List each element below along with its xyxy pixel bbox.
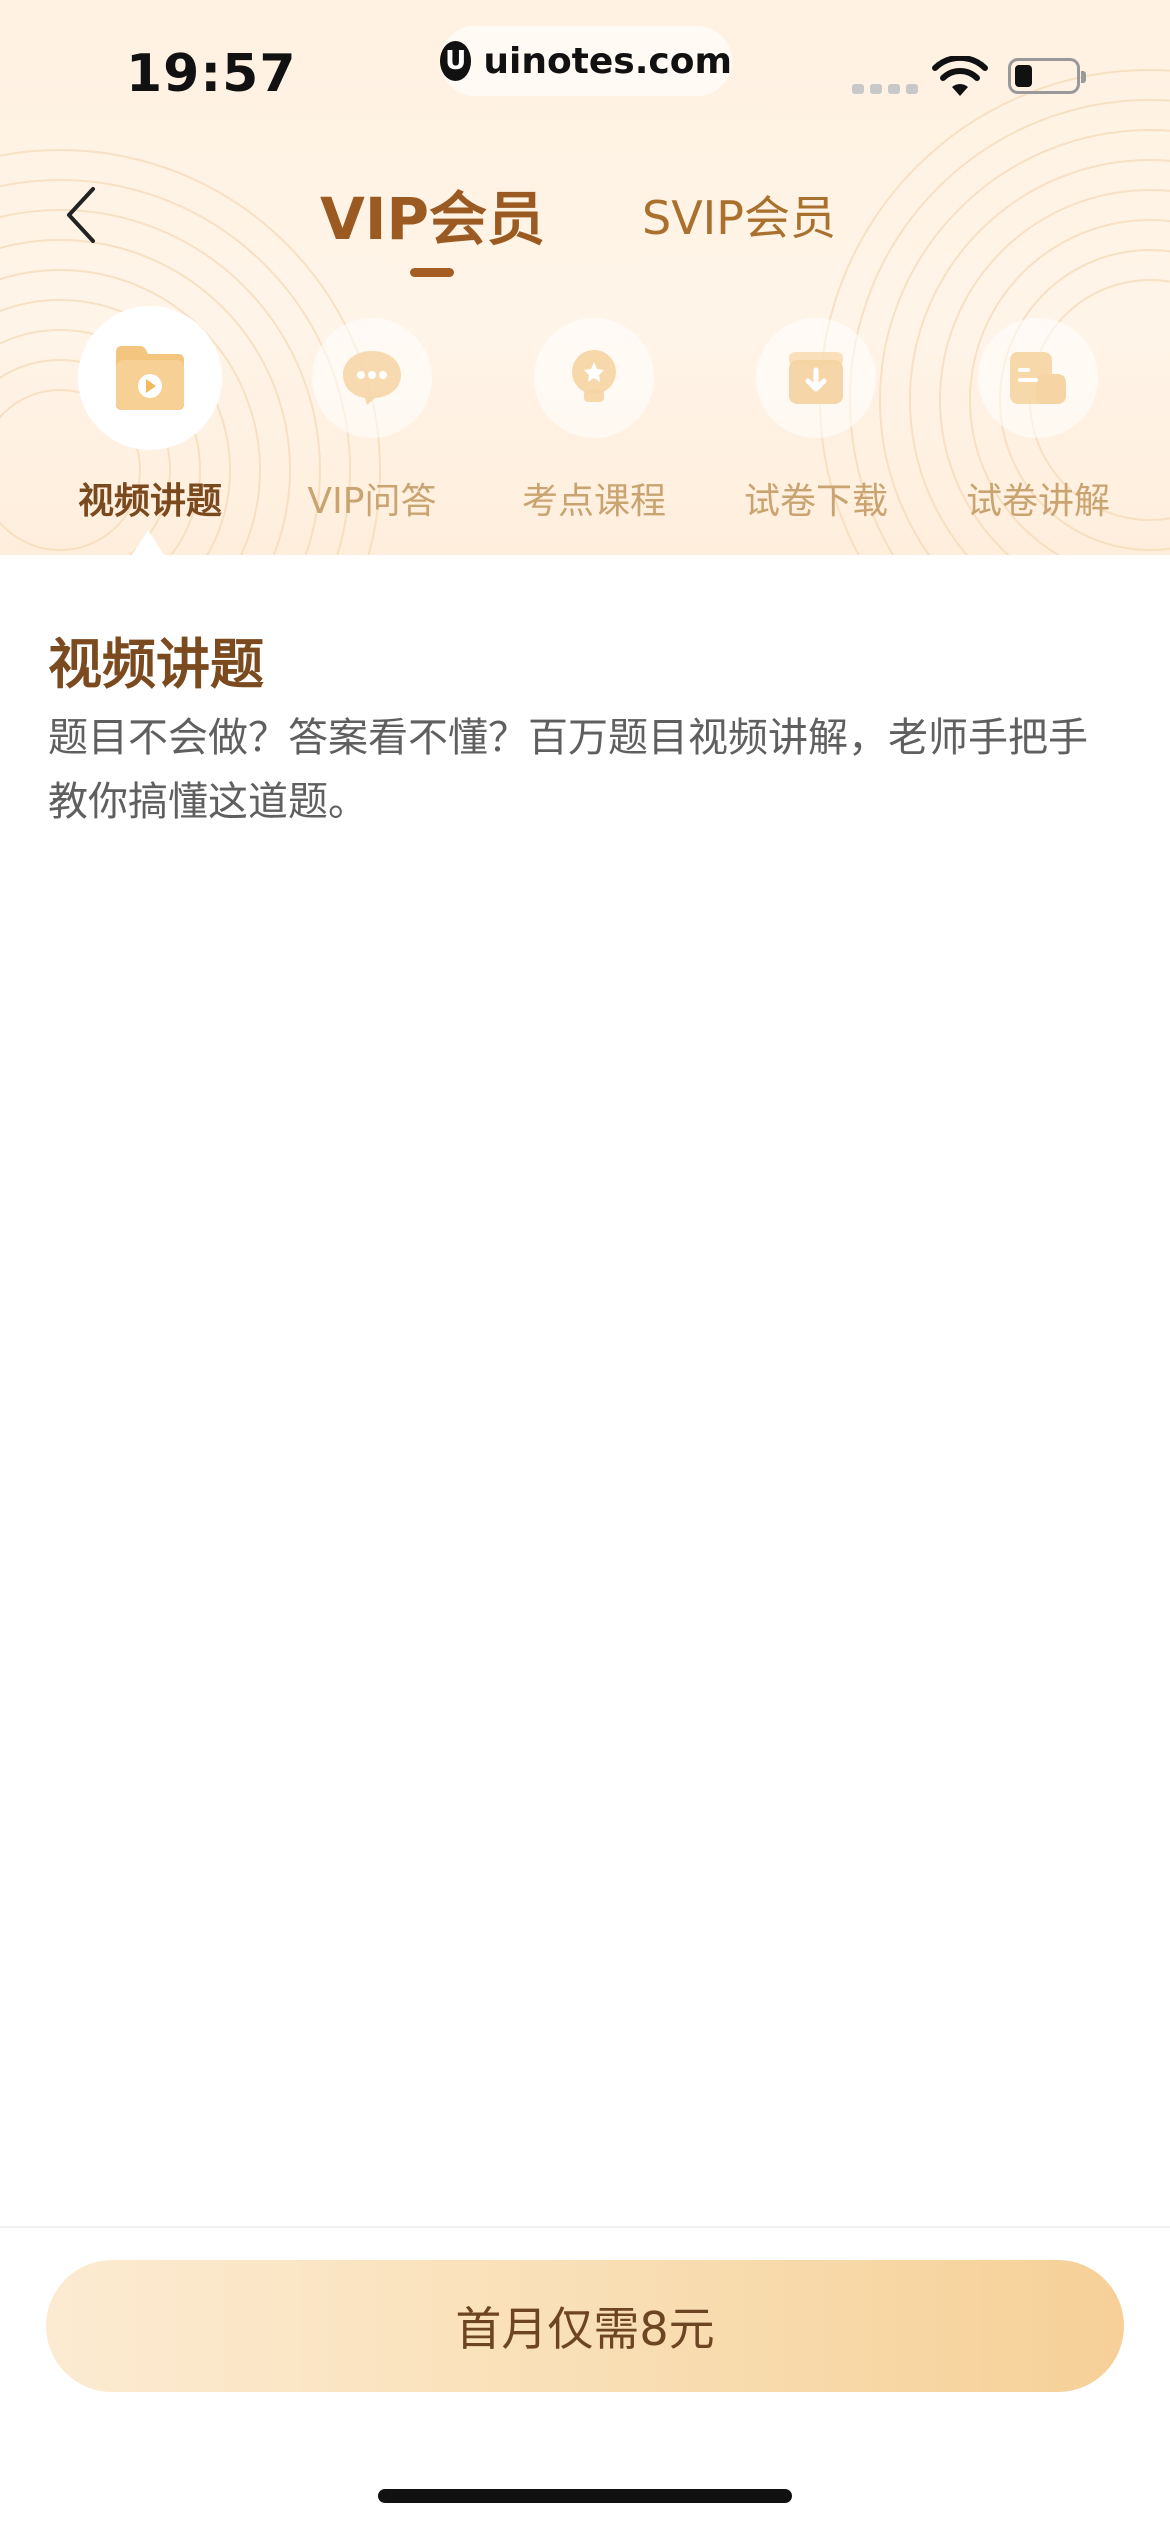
lightbulb-icon bbox=[572, 350, 616, 402]
section-description: 题目不会做？答案看不懂？百万题目视频讲解，老师手把手教你搞懂这道题。 bbox=[48, 715, 1088, 825]
site-logo-icon: U bbox=[440, 41, 472, 81]
feature-label: 试卷下载 bbox=[743, 481, 888, 522]
chat-bubble-icon bbox=[343, 351, 401, 405]
download-box-icon bbox=[789, 352, 843, 404]
url-pill[interactable]: U uinotes.com bbox=[440, 26, 732, 96]
battery-icon bbox=[1008, 58, 1086, 94]
feature-label: 视频讲题 bbox=[77, 481, 222, 522]
status-time: 19:57 bbox=[126, 44, 297, 104]
active-tab-indicator bbox=[410, 268, 454, 277]
video-folder-icon bbox=[116, 346, 184, 410]
feature-vip-qa[interactable]: VIP问答 bbox=[272, 306, 472, 526]
feature-paper-explain[interactable]: 试卷讲解 bbox=[938, 306, 1138, 526]
active-feature-pointer bbox=[132, 530, 164, 555]
header-background: 19:57 U uinotes.com VIP会员 SVIP会员 视频讲题 VI… bbox=[0, 0, 1170, 555]
battery-level bbox=[1015, 65, 1032, 87]
subscribe-button-label: 首月仅需8元 bbox=[455, 2302, 715, 2356]
home-indicator[interactable] bbox=[378, 2489, 792, 2503]
chevron-left-icon bbox=[67, 187, 95, 243]
section-title: 视频讲题 bbox=[48, 633, 264, 696]
wifi-icon bbox=[932, 56, 988, 96]
feature-paper-download[interactable]: 试卷下载 bbox=[716, 306, 916, 526]
cellular-signal-icon bbox=[852, 84, 918, 94]
document-icon bbox=[1010, 352, 1066, 404]
feature-label: 试卷讲解 bbox=[965, 481, 1110, 522]
feature-label: VIP问答 bbox=[307, 481, 437, 522]
feature-topic-courses[interactable]: 考点课程 bbox=[494, 306, 694, 526]
tab-vip[interactable]: VIP会员 bbox=[320, 172, 545, 256]
divider bbox=[0, 2226, 1170, 2228]
subscribe-button[interactable]: 首月仅需8元 bbox=[46, 2260, 1124, 2392]
feature-label: 考点课程 bbox=[521, 481, 666, 522]
feature-video-explain[interactable]: 视频讲题 bbox=[50, 306, 250, 526]
tab-svip[interactable]: SVIP会员 bbox=[642, 182, 836, 248]
url-text: uinotes.com bbox=[483, 40, 732, 82]
back-button[interactable] bbox=[52, 180, 108, 250]
